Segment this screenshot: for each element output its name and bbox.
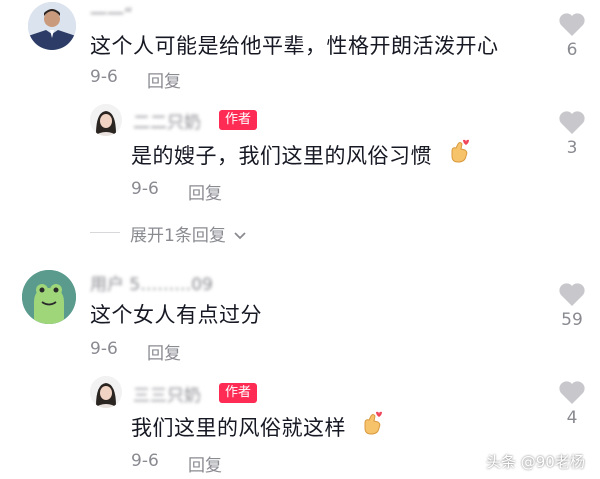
like-button[interactable]: 3 — [557, 110, 587, 158]
man-avatar-icon — [28, 2, 76, 50]
finger-heart-icon — [361, 410, 383, 440]
reply-button[interactable]: 回复 — [147, 67, 181, 92]
chevron-down-icon — [234, 232, 246, 240]
comment-text: 这个女人有点过分 — [90, 303, 262, 327]
watermark: 头条 @90老杨 — [486, 453, 585, 471]
comment-date: 9-6 — [131, 179, 159, 199]
reply-button[interactable]: 回复 — [147, 339, 181, 364]
like-button[interactable]: 4 — [557, 380, 587, 428]
heart-icon — [559, 111, 585, 134]
comment-text: 这个人可能是给他平辈，性格开朗活泼开心 — [90, 34, 499, 58]
avatar[interactable] — [22, 270, 76, 324]
commenter-name[interactable]: 三三只奶 — [133, 381, 201, 406]
comment-date: 9-6 — [90, 67, 118, 87]
like-count: 59 — [561, 310, 583, 330]
avatar[interactable] — [90, 376, 122, 408]
expand-replies-button[interactable]: 展开1条回复 — [130, 221, 247, 246]
commenter-name[interactable]: 一一“ — [90, 0, 133, 25]
commenter-name[interactable]: 二二只奶 — [133, 108, 201, 133]
expand-replies-label: 展开1条回复 — [130, 226, 226, 246]
heart-icon — [559, 381, 585, 404]
avatar[interactable] — [28, 2, 76, 50]
like-count: 6 — [566, 40, 578, 60]
heart-icon — [559, 283, 585, 306]
comment-text: 我们这里的风俗就这样 — [131, 416, 346, 440]
heart-icon — [559, 13, 585, 36]
finger-heart-icon — [448, 138, 470, 168]
author-badge: 作者 — [219, 110, 258, 130]
avatar[interactable] — [90, 104, 122, 136]
commenter-name[interactable]: 用户 5………09 — [90, 270, 213, 295]
frog-avatar-icon — [22, 270, 76, 324]
like-button[interactable]: 6 — [557, 12, 587, 60]
like-count: 3 — [566, 138, 578, 158]
comment-text: 是的嫂子，我们这里的风俗习惯 — [131, 144, 432, 168]
comment-date: 9-6 — [90, 339, 118, 359]
like-count: 4 — [566, 408, 578, 428]
like-button[interactable]: 59 — [557, 282, 587, 330]
comment-date: 9-6 — [131, 451, 159, 471]
reply-button[interactable]: 回复 — [188, 451, 222, 476]
woman-avatar-icon — [90, 376, 122, 408]
expand-divider — [90, 232, 120, 233]
reply-button[interactable]: 回复 — [188, 179, 222, 204]
author-badge: 作者 — [219, 383, 258, 403]
woman-avatar-icon — [90, 104, 122, 136]
